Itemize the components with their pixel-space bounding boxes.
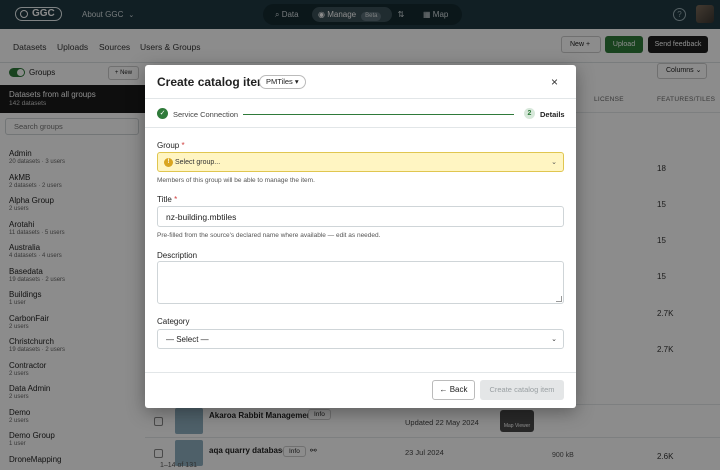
chevron-down-icon: ⌄ [551, 336, 557, 343]
title-help-text: Pre-filled from the source's declared na… [157, 232, 381, 239]
description-textarea[interactable] [157, 261, 564, 304]
required-marker: * [174, 195, 178, 204]
step-service-connection[interactable]: Service Connection [173, 110, 238, 119]
category-select[interactable]: — Select — ⌄ [157, 329, 564, 349]
type-selector[interactable]: PMTiles ▾ [259, 75, 306, 89]
step-details: Details [540, 110, 565, 119]
step-number: 2 [524, 108, 535, 119]
title-label-text: Title [157, 195, 172, 204]
divider [145, 127, 576, 128]
resize-handle-icon[interactable] [556, 296, 562, 302]
step-connector [243, 114, 514, 115]
description-field-label: Description [157, 251, 198, 260]
divider [145, 98, 576, 99]
close-icon[interactable]: × [551, 75, 558, 89]
group-help-text: Members of this group will be able to ma… [157, 177, 315, 184]
category-field-label: Category [157, 317, 190, 326]
warning-icon: ! [164, 158, 173, 167]
create-catalog-item-dialog: Create catalog item: PMTiles ▾ × ✓ Servi… [145, 65, 576, 408]
check-icon: ✓ [157, 108, 168, 119]
category-selected-value: — Select — [166, 335, 209, 344]
group-field-label: Group * [157, 141, 185, 150]
required-marker: * [181, 141, 185, 150]
group-label-text: Group [157, 141, 180, 150]
dialog-title: Create catalog item: [157, 75, 272, 89]
stepper: ✓ Service Connection 2 Details [157, 107, 565, 121]
title-input[interactable] [157, 206, 564, 227]
divider [145, 372, 576, 373]
title-field-label: Title * [157, 195, 177, 204]
chevron-down-icon: ⌄ [551, 159, 557, 166]
group-select[interactable]: ! Select group... ⌄ [157, 152, 564, 172]
create-catalog-item-button[interactable]: Create catalog item [480, 380, 564, 400]
back-button[interactable]: ← Back [432, 380, 475, 400]
group-select-placeholder: Select group... [175, 159, 221, 166]
